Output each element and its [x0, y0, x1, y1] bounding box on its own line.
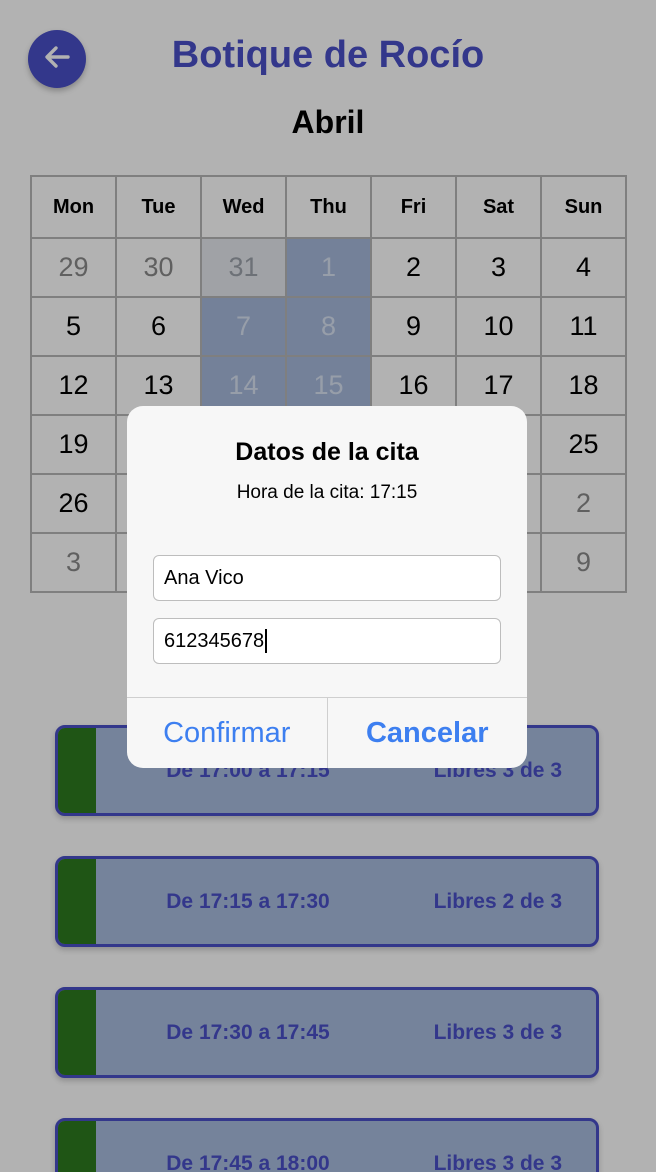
- appointment-dialog: Datos de la cita Hora de la cita: 17:15 …: [127, 406, 527, 768]
- text-cursor: [265, 629, 267, 653]
- confirm-button[interactable]: Confirmar: [127, 698, 327, 768]
- dialog-actions: Confirmar Cancelar: [127, 697, 527, 768]
- name-field[interactable]: Ana Vico: [153, 555, 501, 601]
- cancel-button[interactable]: Cancelar: [326, 698, 528, 768]
- phone-field-value: 612345678: [164, 629, 265, 652]
- name-field-value: Ana Vico: [164, 566, 244, 589]
- booking-screen: Botique de Rocío Abril Mon Tue Wed Thu Fri Sa…: [0, 0, 656, 1172]
- phone-field[interactable]: 612345678: [153, 618, 501, 664]
- dialog-title: Datos de la cita: [235, 438, 419, 466]
- dialog-message: Hora de la cita: 17:15: [236, 482, 418, 503]
